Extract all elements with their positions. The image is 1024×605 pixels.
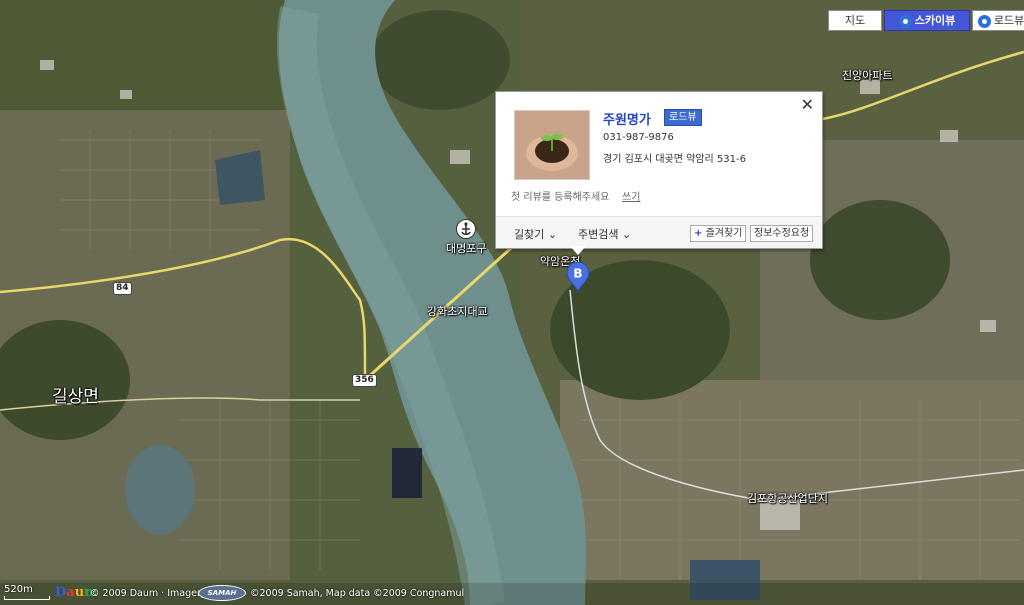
roadview-badge[interactable]: 로드뷰 bbox=[664, 109, 702, 126]
copyright-daum: © 2009 Daum · Imagery bbox=[90, 588, 207, 599]
favorite-label: 즐겨찾기 bbox=[705, 228, 743, 239]
harbor-icon[interactable] bbox=[456, 219, 476, 239]
place-info-popup: ✕ 주원명가 로드뷰 031-987-9876 경기 김포시 대곶면 약암리 5… bbox=[495, 91, 823, 249]
nearby-label: 주변검색 bbox=[578, 228, 619, 241]
map-type-roadview-label: 로드뷰 bbox=[993, 14, 1024, 27]
map-type-roadview-button[interactable]: 로드뷰 bbox=[972, 10, 1024, 31]
place-address: 경기 김포시 대곶면 약암리 531-6 bbox=[603, 154, 746, 165]
route-label: 길찾기 bbox=[514, 228, 545, 241]
place-name-link[interactable]: 주원명가 bbox=[603, 109, 651, 128]
map-type-map-label: 지도 bbox=[844, 14, 866, 27]
edit-request-label: 정보수정요청 bbox=[754, 228, 810, 239]
favorite-button[interactable]: + 즐겨찾기 bbox=[690, 225, 747, 242]
label-daemyeong-port: 대명포구 bbox=[446, 242, 487, 255]
route-button[interactable]: 길찾기 ⌄ bbox=[514, 226, 557, 242]
road-shield-356: 356 bbox=[352, 374, 377, 387]
label-gangwha-bridge: 강화초지대교 bbox=[427, 305, 488, 318]
skyview-icon bbox=[898, 14, 912, 28]
write-review-link[interactable]: 쓰기 bbox=[622, 188, 640, 203]
edit-request-button[interactable]: 정보수정요청 bbox=[750, 225, 814, 242]
plus-icon: + bbox=[694, 228, 703, 239]
popup-pointer bbox=[570, 246, 586, 255]
samah-logo: SAMAH bbox=[198, 585, 246, 601]
label-gilsang: 길상면 bbox=[52, 387, 99, 407]
roadview-icon bbox=[977, 14, 991, 28]
road-shield-84: 84 bbox=[113, 282, 132, 295]
label-gimpo-industrial: 김포항공산업단지 bbox=[747, 492, 828, 505]
label-jinyang-apartment: 진양아파트 bbox=[842, 69, 893, 82]
map-type-map-button[interactable]: 지도 bbox=[828, 10, 882, 31]
map-type-skyview-button[interactable]: 스카이뷰 bbox=[884, 10, 970, 31]
place-thumbnail[interactable] bbox=[514, 110, 590, 180]
review-prompt: 첫 리뷰를 등록해주세요 bbox=[511, 192, 610, 203]
close-icon[interactable]: ✕ bbox=[801, 96, 814, 114]
scale-label: 520m bbox=[4, 584, 33, 595]
chevron-down-icon: ⌄ bbox=[547, 228, 558, 241]
marker-letter: B bbox=[573, 267, 582, 281]
nearby-search-button[interactable]: 주변검색 ⌄ bbox=[578, 226, 631, 242]
place-phone: 031-987-9876 bbox=[603, 132, 674, 143]
map-marker-b[interactable]: B bbox=[566, 261, 590, 293]
roadview-badge-label: 로드뷰 bbox=[669, 112, 697, 123]
chevron-down-icon: ⌄ bbox=[621, 228, 632, 241]
map-type-skyview-label: 스카이뷰 bbox=[914, 14, 956, 27]
copyright-data: ©2009 Samah, Map data ©2009 Congnamul bbox=[250, 588, 465, 599]
scale-bar bbox=[4, 596, 50, 600]
